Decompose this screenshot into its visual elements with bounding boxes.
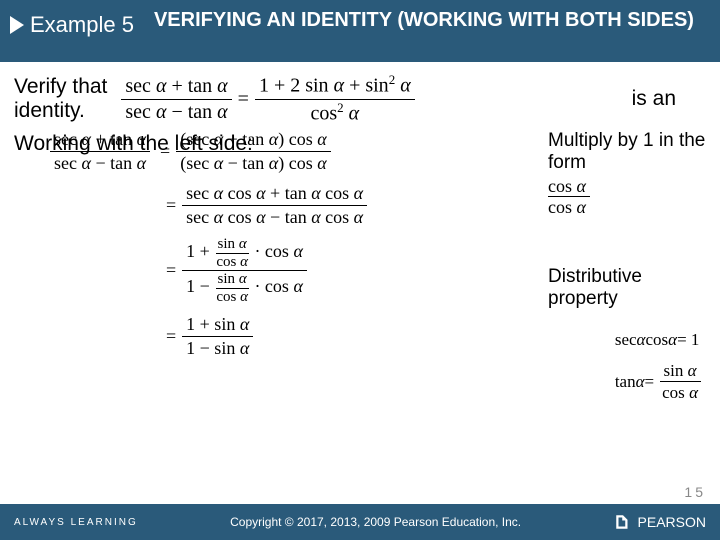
- slide-footer: ALWAYS LEARNING Copyright © 2017, 2013, …: [0, 504, 720, 540]
- play-icon: [10, 16, 24, 34]
- side-notes: Multiply by 1 in the form cos α cos α Di…: [548, 130, 706, 310]
- is-an-text: is an: [632, 87, 706, 111]
- verify-prefix: Verify that: [14, 75, 107, 98]
- example-label-group: Example 5: [10, 8, 134, 38]
- identity-tan: tan α = sin αcos α: [615, 360, 702, 404]
- note-distributive: Distributive property: [548, 266, 706, 310]
- verify-text: Verify that identity.: [14, 75, 107, 123]
- note-multiply-text: Multiply by 1 in the form: [548, 130, 705, 173]
- side-identities: sec α cos α = 1 tan α = sin αcos α: [615, 330, 702, 414]
- copyright-text: Copyright © 2017, 2013, 2009 Pearson Edu…: [230, 515, 521, 529]
- slide-header: Example 5 VERIFYING AN IDENTITY (WORKING…: [0, 0, 720, 62]
- pearson-brand: PEARSON: [614, 513, 706, 531]
- step-2: = sec α cos α + tan α cos α sec α cos α …: [50, 182, 367, 228]
- verify-suffix: identity.: [14, 99, 85, 122]
- note-multiply: Multiply by 1 in the form cos α cos α: [548, 130, 706, 218]
- example-number: Example 5: [30, 12, 134, 38]
- step-1: sec α + tan α sec α − tan α = (sec α + t…: [50, 128, 367, 174]
- identity-sec-cos: sec α cos α = 1: [615, 330, 702, 350]
- derivation-steps: sec α + tan α sec α − tan α = (sec α + t…: [50, 128, 367, 367]
- page-number: 15: [684, 484, 706, 500]
- main-identity-formula: sec α + tan α sec α − tan α = 1 + 2 sin …: [121, 72, 414, 126]
- slide-title: VERIFYING AN IDENTITY (WORKING WITH BOTH…: [154, 8, 694, 32]
- pearson-logo-icon: [614, 513, 632, 531]
- step-3: = 1 + sin αcos α · cos α 1 − sin αcos α …: [50, 236, 367, 305]
- pearson-brand-text: PEARSON: [638, 514, 706, 530]
- note-multiply-fraction: cos α cos α: [548, 176, 590, 218]
- step-4: = 1 + sin α 1 − sin α: [50, 313, 367, 359]
- always-learning-tagline: ALWAYS LEARNING: [14, 517, 138, 528]
- verify-row: Verify that identity. sec α + tan α sec …: [14, 72, 706, 126]
